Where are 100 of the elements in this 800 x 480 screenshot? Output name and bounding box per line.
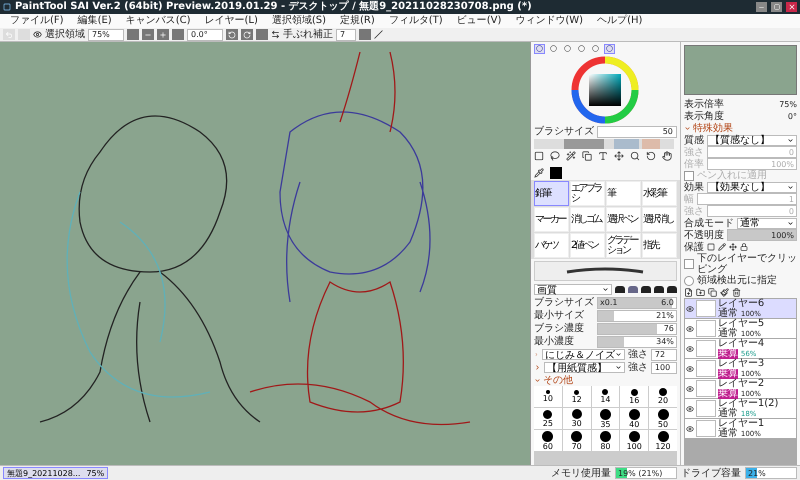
tool-icon[interactable] [550,151,560,162]
zoom-field[interactable]: 75% [88,28,124,40]
brush-tool[interactable]: 指先 [642,233,677,258]
brush-size-preset[interactable]: 14 [592,386,620,407]
zoom-out-button[interactable] [142,29,154,40]
strength-field[interactable]: 100 [650,362,677,374]
brush-shape-icon[interactable] [654,286,664,293]
eye-icon[interactable] [686,344,694,352]
rotate-left-button[interactable] [226,29,238,40]
brush-tool[interactable]: 鉛筆 [534,181,569,206]
brush-tool[interactable]: 消しゴム [570,207,605,232]
brush-size-preset[interactable]: 30 [562,408,591,429]
close-button[interactable] [786,2,797,12]
brush-size-preset[interactable]: 40 [620,408,648,429]
effect-dropdown[interactable]: 【効果なし】 [706,182,797,192]
brush-size-preset[interactable]: 80 [592,430,620,451]
rotate-right-button[interactable] [241,29,253,40]
eye-icon[interactable] [686,384,694,392]
checkbox[interactable] [684,259,694,269]
brush-size-preset[interactable]: 60 [534,430,562,451]
lock-icon[interactable] [740,243,748,251]
brush-size-preset[interactable]: 100 [620,430,648,451]
tool-icon[interactable] [534,151,544,162]
document-tab[interactable]: 無題9_20211028... 75% [3,467,108,479]
color-tab[interactable] [590,44,601,54]
menu-item[interactable]: ウィンドウ(W) [509,14,590,28]
brush-size-preset[interactable]: 20 [649,386,677,407]
color-wheel[interactable] [571,56,640,124]
param-slider[interactable]: 34% [597,336,677,348]
angle-field[interactable]: 0.0° [187,28,223,40]
brush-tool[interactable]: 水彩筆 [642,181,677,206]
param-slider[interactable]: 21% [597,310,677,322]
color-tab[interactable] [534,44,545,54]
tool-icon[interactable] [630,151,640,162]
new-folder-icon[interactable] [696,288,705,296]
brush-size-preset[interactable]: 35 [592,408,620,429]
brush-size-preset[interactable]: 12 [562,386,591,407]
menu-item[interactable]: フィルタ(T) [382,14,449,28]
new-layer-icon[interactable] [684,288,693,296]
copy-icon[interactable] [708,288,717,296]
brush-tool[interactable]: マーカー [534,207,569,232]
brush-size-field[interactable]: 50 [597,126,677,138]
tool-icon[interactable] [534,168,544,178]
brush-size-preset[interactable]: 10 [534,386,562,407]
tool-icon[interactable] [614,151,624,162]
eye-icon[interactable] [686,304,694,312]
brush-tool[interactable]: 選択消し [642,207,677,232]
color-tab[interactable] [576,44,587,54]
tool-icon[interactable] [598,151,608,162]
menu-item[interactable]: 編集(E) [72,14,118,28]
color-tab[interactable] [548,44,559,54]
color-tab[interactable] [562,44,573,54]
tool-icon[interactable] [566,151,576,162]
color-tab[interactable] [604,44,615,54]
brush-shape-dropdown[interactable]: 画質 [534,284,612,295]
texture-dropdown[interactable]: 【用紙質感】 [544,362,625,373]
menu-item[interactable]: 選択領域(S) [266,14,332,28]
brush-shape-icon[interactable] [614,286,625,293]
param-slider[interactable]: x0.1 6.0 [597,296,677,308]
brush-size-preset[interactable]: 50 [649,408,677,429]
move-icon[interactable] [728,243,737,251]
menu-item[interactable]: ビュー(V) [450,14,508,28]
blend-mode-dropdown[interactable]: 通常 [736,218,797,228]
trash-icon[interactable] [732,288,741,296]
brush-shape-icon[interactable] [666,286,677,293]
texture-dropdown[interactable]: 【質感なし】 [706,134,797,146]
brush-tool[interactable]: 選択ペン [606,207,641,232]
brush-size-preset[interactable]: 120 [649,430,677,451]
eye-icon[interactable] [686,404,694,412]
primary-color-swatch[interactable] [550,166,562,179]
brush-tool[interactable]: エアブラシ [570,181,605,206]
maximize-button[interactable] [771,2,782,12]
eye-icon[interactable] [686,424,694,432]
brush-tool[interactable]: グラデーション [606,233,641,258]
expand-icon[interactable] [684,124,691,132]
menu-item[interactable]: ヘルプ(H) [591,14,648,28]
checkbox[interactable] [684,276,694,286]
brush-size-preset[interactable]: 25 [534,408,562,429]
stabilizer-field[interactable]: 7 [336,28,356,40]
brush-size-preset[interactable]: 70 [562,430,591,451]
tool-icon[interactable] [582,151,592,162]
menu-item[interactable]: 定規(R) [334,14,381,28]
brush-tool[interactable]: 2値ペン [570,233,605,258]
zoom-in-button[interactable] [157,29,169,40]
flip-icon[interactable] [271,30,280,39]
texture-dropdown[interactable]: にじみ＆ノイズ [542,349,625,360]
line-tool-icon[interactable] [374,30,383,39]
menu-item[interactable]: キャンバス(C) [120,14,196,28]
eye-icon[interactable] [33,30,42,39]
strength-field[interactable]: 72 [650,348,677,360]
tool-icon[interactable] [646,151,656,162]
brush-size-preset[interactable]: 16 [620,386,648,407]
brush-tool[interactable]: バケツ [534,233,569,258]
opacity-slider[interactable]: 100% [726,229,797,241]
param-slider[interactable]: 76 [597,322,677,334]
brush-icon[interactable] [720,288,729,296]
eye-icon[interactable] [686,364,694,372]
menu-item[interactable]: レイヤー(L) [198,14,264,28]
checkbox[interactable] [684,170,694,180]
brush-shape-icon[interactable] [640,286,651,293]
